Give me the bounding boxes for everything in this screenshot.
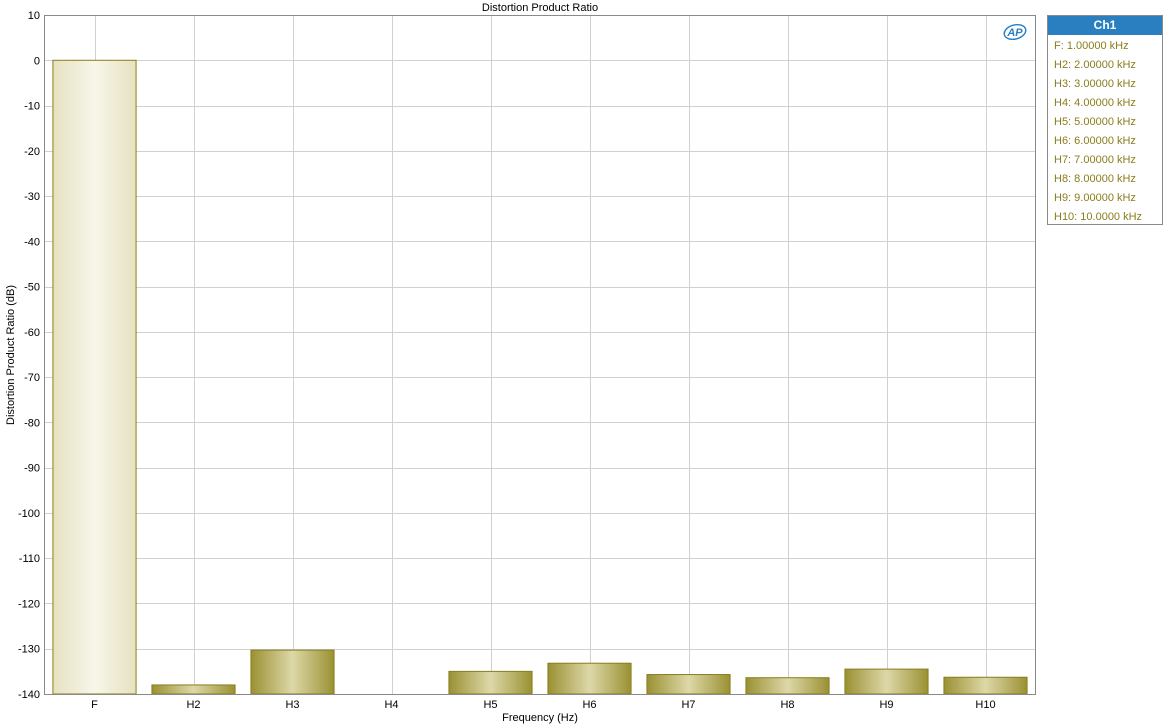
grid (45, 15, 1035, 695)
bar-h5 (448, 670, 533, 695)
y-tick-label: -70 (24, 372, 40, 384)
legend-item: H9: 9.00000 kHz (1054, 192, 1136, 204)
x-tick-label: H9 (879, 699, 893, 711)
chart-title: Distortion Product Ratio (482, 2, 598, 14)
y-tick-labels: 10 0 -10 -20 -30 -40 -50 -60 -70 -80 -90 -100 -110 -1… (18, 10, 40, 701)
y-tick-label: 10 (28, 10, 40, 22)
bar-h9 (844, 668, 929, 695)
y-tick-label: -40 (24, 236, 40, 248)
y-tick-label: -100 (18, 508, 40, 520)
y-tick-label: -20 (24, 146, 40, 158)
x-axis-title: Frequency (Hz) (502, 712, 578, 724)
legend-list: F: 1.00000 kHz H2: 2.00000 kHz H3: 3.000… (1048, 35, 1162, 227)
y-tick-label: -60 (24, 327, 40, 339)
y-axis-title: Distortion Product Ratio (dB) (5, 285, 17, 425)
bar-h6 (547, 662, 632, 695)
x-tick-label: H5 (483, 699, 497, 711)
legend-item: H3: 3.00000 kHz (1054, 78, 1136, 90)
legend-item: H2: 2.00000 kHz (1054, 59, 1136, 71)
x-tick-label: H10 (975, 699, 995, 711)
x-tick-labels: F H2 H3 H4 H5 H6 H7 H8 H9 H10 (91, 699, 995, 711)
legend-item: F: 1.00000 kHz (1054, 40, 1129, 52)
x-tick-label: H3 (285, 699, 299, 711)
bar-f (52, 59, 137, 695)
x-tick-label: H2 (186, 699, 200, 711)
plot-frame (44, 15, 1036, 695)
legend-item: H10: 10.0000 kHz (1054, 211, 1143, 223)
y-tick-label: -90 (24, 463, 40, 475)
legend-item: H5: 5.00000 kHz (1054, 116, 1136, 128)
legend-item: H8: 8.00000 kHz (1054, 173, 1136, 185)
chart: Distortion Product Ratio 10 0 -10 -20 -30 -40… (5, 2, 1036, 724)
ap-logo-text: AP (1006, 27, 1023, 39)
y-tick-label: -110 (19, 553, 40, 565)
legend: Ch1 F: 1.00000 kHz H2: 2.00000 kHz H3: 3… (1047, 15, 1163, 225)
legend-header: Ch1 (1048, 16, 1162, 35)
ap-logo-icon: AP (1002, 22, 1028, 42)
legend-item: H6: 6.00000 kHz (1054, 135, 1136, 147)
y-tick-label: -120 (18, 598, 40, 610)
y-tick-label: -30 (24, 191, 40, 203)
x-tick-label: H4 (384, 699, 398, 711)
bar-h7 (646, 674, 731, 695)
y-tick-label: -130 (18, 644, 40, 656)
y-tick-label: -140 (18, 689, 40, 701)
legend-item: H4: 4.00000 kHz (1054, 97, 1136, 109)
legend-item: H7: 7.00000 kHz (1054, 154, 1136, 166)
y-tick-label: 0 (34, 55, 40, 67)
x-tick-label: F (91, 699, 98, 711)
bar-h3 (250, 649, 335, 695)
bar-h2 (151, 684, 236, 695)
bar-h8 (745, 677, 830, 695)
y-tick-label: -80 (24, 417, 40, 429)
x-tick-label: H6 (582, 699, 596, 711)
x-tick-label: H7 (681, 699, 695, 711)
x-tick-label: H8 (780, 699, 794, 711)
y-tick-label: -10 (24, 101, 40, 113)
bar-h10 (943, 676, 1028, 695)
y-tick-label: -50 (24, 282, 40, 294)
